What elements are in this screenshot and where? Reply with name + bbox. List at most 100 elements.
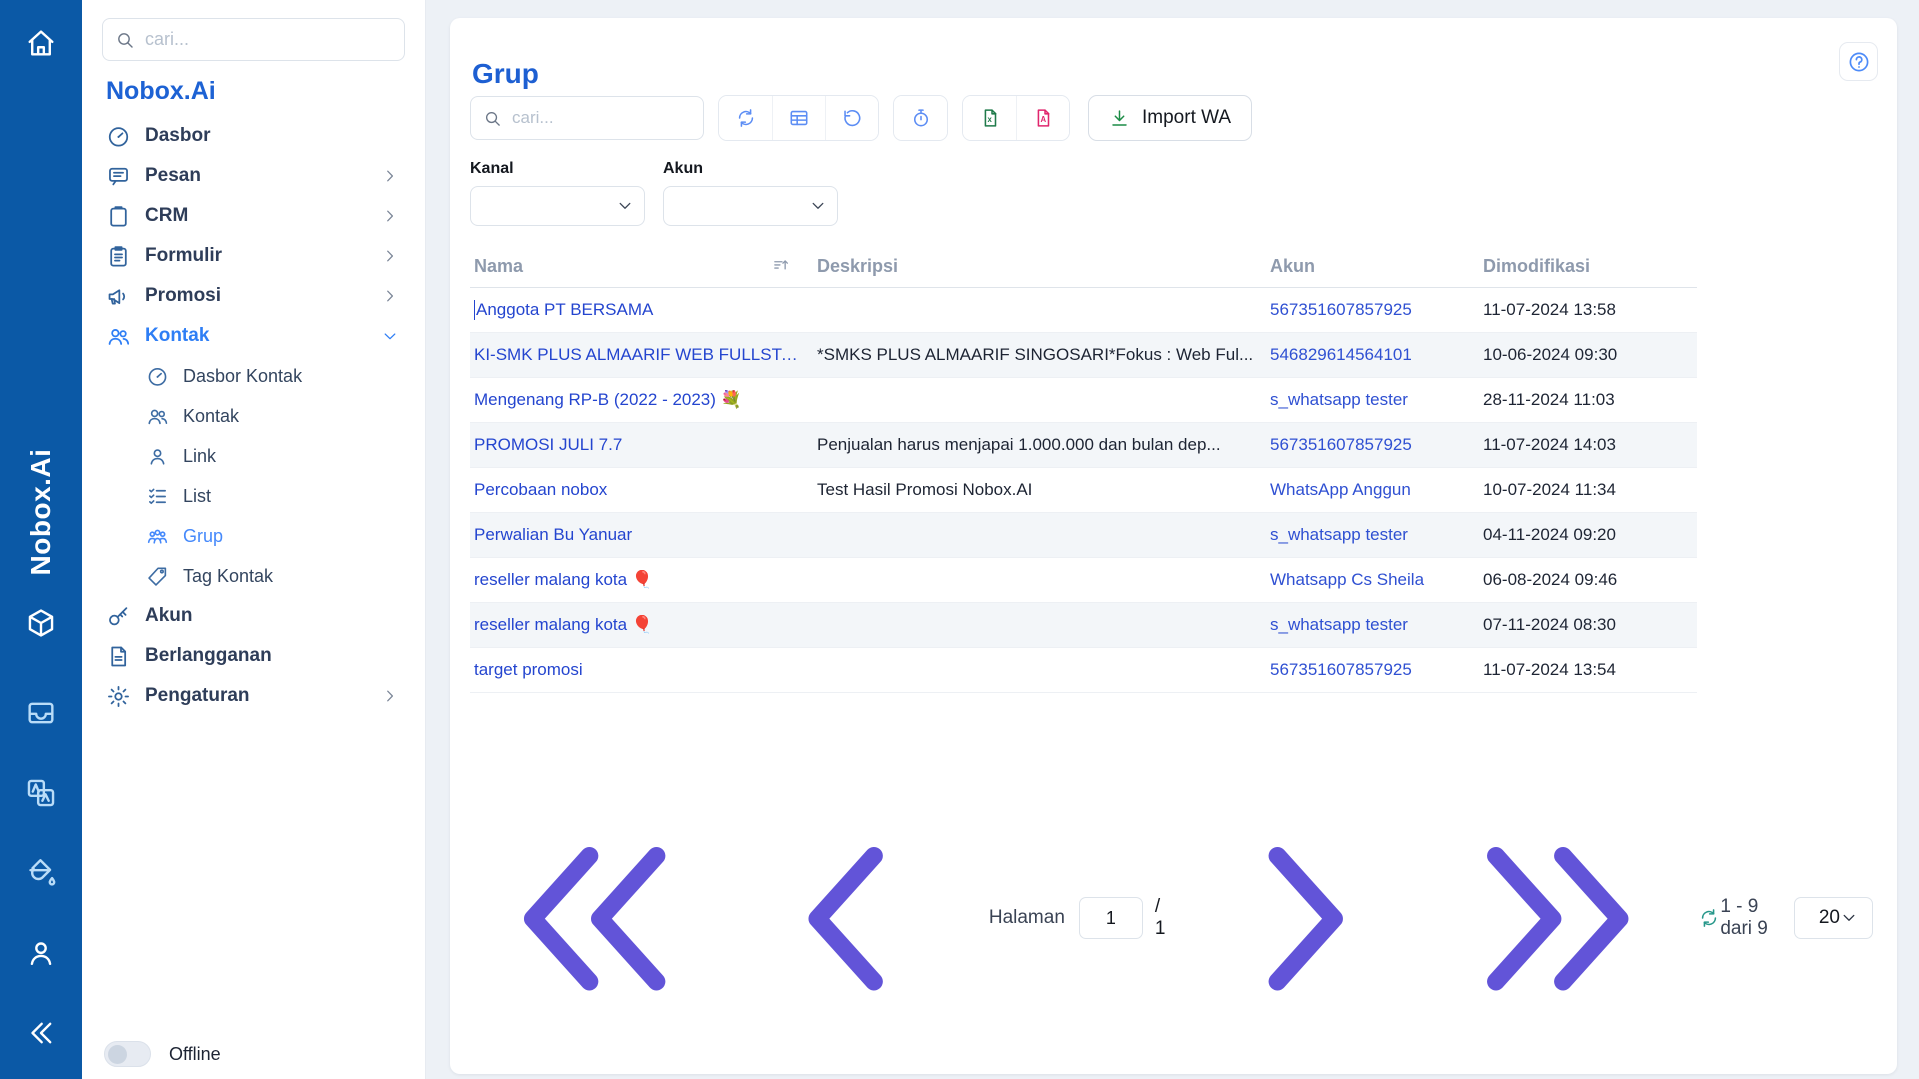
- sidebar-search-input[interactable]: [145, 29, 392, 50]
- undo-icon: [841, 107, 863, 129]
- akun-select[interactable]: [663, 186, 838, 226]
- first-page-button[interactable]: [470, 793, 721, 1044]
- result-range: 1 - 9 dari 9: [1720, 896, 1768, 940]
- reset-button[interactable]: [825, 96, 878, 140]
- package-icon[interactable]: [24, 606, 58, 640]
- modified-date: 11-07-2024 13:54: [1483, 660, 1697, 680]
- sidebar-item-promosi[interactable]: Promosi: [102, 276, 405, 316]
- refresh-icon: [1698, 907, 1720, 929]
- group-name-link[interactable]: Anggota PT BERSAMA: [470, 300, 817, 321]
- akun-label: Akun: [663, 160, 838, 178]
- table-row: Anggota PT BERSAMA56735160785792511-07-2…: [470, 288, 1697, 333]
- sidebar-item-label: Kontak: [183, 406, 239, 427]
- sidebar-item-akun[interactable]: Akun: [102, 596, 405, 636]
- column-akun: Akun: [1270, 256, 1483, 277]
- table-search[interactable]: [470, 96, 704, 140]
- table-search-input[interactable]: [512, 108, 691, 128]
- sidebar-search[interactable]: [102, 18, 405, 61]
- column-deskripsi: Deskripsi: [817, 256, 1270, 277]
- users-icon: [106, 324, 131, 349]
- user-icon[interactable]: [24, 936, 58, 970]
- group-table: Nama Deskripsi Akun Dimodifikasi Anggota…: [470, 246, 1697, 693]
- sidebar-item-kontak[interactable]: Kontak: [102, 316, 405, 356]
- filter-akun: Akun: [663, 160, 838, 226]
- account-link[interactable]: s_whatsapp tester: [1270, 390, 1483, 410]
- account-link[interactable]: Whatsapp Cs Sheila: [1270, 570, 1483, 590]
- group-name-link[interactable]: target promosi: [470, 660, 817, 680]
- import-wa-button[interactable]: Import WA: [1088, 95, 1252, 141]
- text-caret: [474, 300, 475, 320]
- group-name-link[interactable]: reseller malang kota 🎈: [470, 570, 817, 590]
- export-button-group: x A: [962, 95, 1070, 141]
- sidebar-item-link[interactable]: Link: [102, 436, 405, 476]
- column-nama: Nama: [474, 256, 523, 277]
- account-link[interactable]: s_whatsapp tester: [1270, 525, 1483, 545]
- account-link[interactable]: 567351607857925: [1270, 660, 1483, 680]
- auto-refresh-button[interactable]: [894, 96, 947, 140]
- vertical-brand: Nobox.Ai: [25, 449, 57, 576]
- inbox-icon[interactable]: [24, 696, 58, 730]
- account-link[interactable]: 567351607857925: [1270, 435, 1483, 455]
- sidebar-item-formulir[interactable]: Formulir: [102, 236, 405, 276]
- users-icon: [146, 405, 169, 428]
- sidebar-item-tag-kontak[interactable]: Tag Kontak: [102, 556, 405, 596]
- sidebar-item-dasbor[interactable]: Dasbor: [102, 116, 405, 156]
- home-icon[interactable]: [24, 26, 58, 60]
- group-name-link[interactable]: reseller malang kota 🎈: [470, 615, 817, 635]
- table-header: Nama Deskripsi Akun Dimodifikasi: [470, 246, 1697, 288]
- group-name-link[interactable]: Mengenang RP-B (2022 - 2023) 💐: [470, 390, 817, 410]
- prev-page-button[interactable]: [721, 793, 972, 1044]
- modified-date: 07-11-2024 08:30: [1483, 615, 1697, 635]
- group-name-link[interactable]: Perwalian Bu Yanuar: [470, 525, 817, 545]
- sidebar-item-pesan[interactable]: Pesan: [102, 156, 405, 196]
- translate-icon[interactable]: [24, 776, 58, 810]
- refresh-button[interactable]: [719, 96, 772, 140]
- reload-table-button[interactable]: [1698, 902, 1720, 934]
- export-pdf-button[interactable]: A: [1016, 96, 1069, 140]
- table-view-button[interactable]: [772, 96, 825, 140]
- page-label: Halaman: [989, 907, 1065, 929]
- group-name-link[interactable]: PROMOSI JULI 7.7: [470, 435, 817, 455]
- megaphone-icon: [106, 284, 131, 309]
- page-number-input[interactable]: [1079, 897, 1143, 939]
- export-excel-button[interactable]: x: [963, 96, 1016, 140]
- table-row: PROMOSI JULI 7.7Penjualan harus menjapai…: [470, 423, 1697, 468]
- sidebar-item-label: Link: [183, 446, 216, 467]
- kanal-select[interactable]: [470, 186, 645, 226]
- chevron-right-icon: [381, 687, 399, 705]
- sidebar-item-grup[interactable]: Grup: [102, 516, 405, 556]
- account-link[interactable]: WhatsApp Anggun: [1270, 480, 1483, 500]
- help-button[interactable]: [1839, 42, 1878, 81]
- sidebar-item-pengaturan[interactable]: Pengaturan: [102, 676, 405, 716]
- last-page-button[interactable]: [1431, 793, 1682, 1044]
- sidebar-item-crm[interactable]: CRM: [102, 196, 405, 236]
- table-row: reseller malang kota 🎈 s_whatsapp tester0…: [470, 603, 1697, 648]
- group-name-link[interactable]: KI-SMK PLUS ALMAARIF WEB FULLSTAC...: [470, 345, 817, 365]
- offline-toggle[interactable]: [104, 1041, 151, 1067]
- ink-drop-icon[interactable]: [24, 856, 58, 890]
- search-icon: [483, 109, 502, 128]
- form-icon: [106, 244, 131, 269]
- sidebar-item-label: Dasbor Kontak: [183, 366, 302, 387]
- filters: Kanal Akun: [470, 160, 838, 226]
- group-name-link[interactable]: Percobaan nobox: [470, 480, 817, 500]
- account-link[interactable]: 567351607857925: [1270, 300, 1483, 320]
- pdf-icon: A: [1032, 107, 1054, 129]
- chevron-down-icon: [381, 327, 399, 345]
- import-wa-label: Import WA: [1142, 107, 1231, 129]
- sidebar-item-berlangganan[interactable]: Berlangganan: [102, 636, 405, 676]
- sidebar-item-list[interactable]: List: [102, 476, 405, 516]
- chevron-right-icon: [381, 287, 399, 305]
- account-link[interactable]: s_whatsapp tester: [1270, 615, 1483, 635]
- sidebar-item-kontak[interactable]: Kontak: [102, 396, 405, 436]
- clipboard-icon: [106, 204, 131, 229]
- collapse-sidebar-icon[interactable]: [24, 1016, 58, 1050]
- account-link[interactable]: 546829614564101: [1270, 345, 1483, 365]
- sort-icon[interactable]: [772, 257, 791, 276]
- next-page-button[interactable]: [1179, 793, 1430, 1044]
- page-size-select[interactable]: 20: [1794, 897, 1873, 939]
- table-icon: [788, 107, 810, 129]
- sidebar-item-dasbor-kontak[interactable]: Dasbor Kontak: [102, 356, 405, 396]
- table-row: reseller malang kota 🎈 Whatsapp Cs Sheila…: [470, 558, 1697, 603]
- key-icon: [106, 604, 131, 629]
